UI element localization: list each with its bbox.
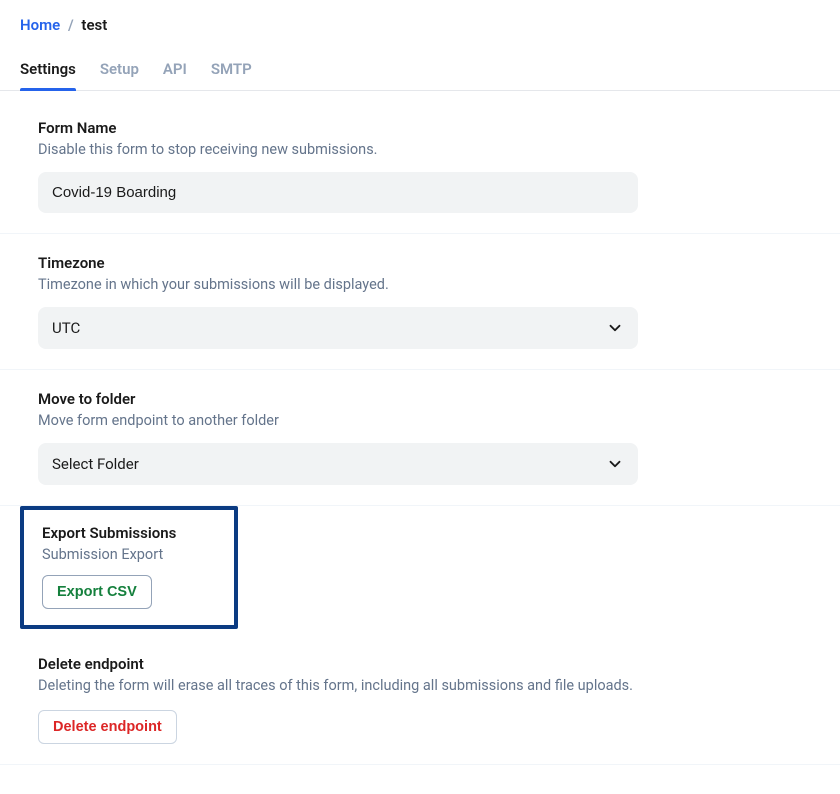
section-export: Export Submissions Submission Export Exp…	[0, 506, 840, 629]
move-folder-select[interactable]: Select Folder	[38, 443, 638, 485]
chevron-down-icon	[606, 319, 624, 337]
chevron-down-icon	[606, 455, 624, 473]
delete-endpoint-button[interactable]: Delete endpoint	[38, 710, 177, 744]
timezone-value: UTC	[52, 319, 80, 337]
tab-settings[interactable]: Settings	[20, 60, 76, 90]
delete-title: Delete endpoint	[38, 655, 802, 673]
tabs: Settings Setup API SMTP	[0, 60, 840, 91]
timezone-desc: Timezone in which your submissions will …	[38, 276, 802, 293]
delete-desc: Deleting the form will erase all traces …	[38, 677, 802, 694]
section-delete: Delete endpoint Deleting the form will e…	[0, 629, 840, 765]
tab-setup[interactable]: Setup	[100, 60, 139, 90]
move-folder-value: Select Folder	[52, 455, 139, 473]
section-move-folder: Move to folder Move form endpoint to ano…	[0, 370, 840, 506]
move-folder-title: Move to folder	[38, 390, 802, 408]
form-name-desc: Disable this form to stop receiving new …	[38, 141, 802, 158]
timezone-select[interactable]: UTC	[38, 307, 638, 349]
form-name-input[interactable]	[38, 172, 638, 213]
section-form-name: Form Name Disable this form to stop rece…	[0, 91, 840, 234]
breadcrumb-home-link[interactable]: Home	[20, 16, 60, 34]
timezone-title: Timezone	[38, 254, 802, 272]
section-timezone: Timezone Timezone in which your submissi…	[0, 234, 840, 370]
breadcrumb-current: test	[81, 16, 107, 34]
export-highlight: Export Submissions Submission Export Exp…	[20, 506, 238, 629]
export-desc: Submission Export	[42, 546, 216, 563]
form-name-title: Form Name	[38, 119, 802, 137]
breadcrumb: Home / test	[0, 0, 840, 42]
export-title: Export Submissions	[42, 524, 216, 542]
tab-smtp[interactable]: SMTP	[211, 60, 252, 90]
move-folder-desc: Move form endpoint to another folder	[38, 412, 802, 429]
tab-api[interactable]: API	[163, 60, 187, 90]
breadcrumb-separator: /	[68, 16, 74, 34]
export-csv-button[interactable]: Export CSV	[42, 575, 152, 609]
